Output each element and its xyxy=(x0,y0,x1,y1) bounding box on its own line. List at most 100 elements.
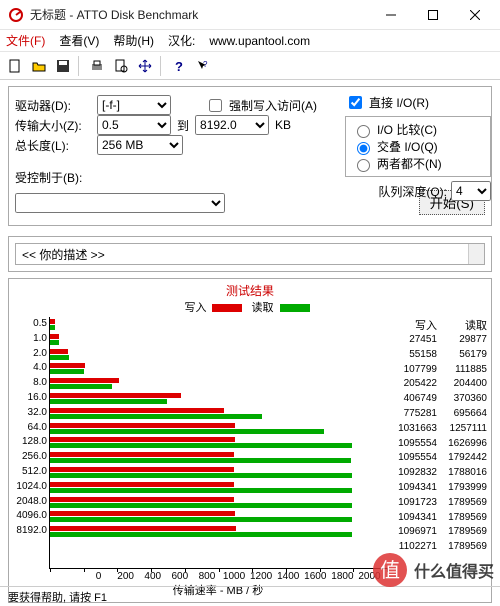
write-bar xyxy=(50,393,181,398)
write-bar xyxy=(50,511,235,516)
io-overlap-radio[interactable]: 交叠 I/O(Q) xyxy=(352,138,484,155)
toolbar: ? ? xyxy=(0,52,500,80)
queue-depth-label: 队列深度(Q): xyxy=(378,183,447,200)
menu-help[interactable]: 帮助(H) xyxy=(113,32,154,49)
force-write-checkbox[interactable]: 强制写入访问(A) xyxy=(205,96,317,115)
transfer-to-select[interactable]: 8192.0 xyxy=(195,115,269,135)
write-bar xyxy=(50,452,234,457)
context-help-button[interactable]: ? xyxy=(192,55,214,77)
controlled-by-label: 受控制于(B): xyxy=(15,169,82,186)
minimize-button[interactable] xyxy=(370,1,412,29)
description-group: << 你的描述 >> xyxy=(8,236,492,272)
read-bar xyxy=(50,414,262,419)
result-row: 5515856179 xyxy=(387,348,487,363)
result-row: 2745129877 xyxy=(387,333,487,348)
description-placeholder: << 你的描述 >> xyxy=(22,246,105,263)
legend-write-label: 写入 xyxy=(184,302,206,314)
read-bar xyxy=(50,325,55,330)
unit-label: KB xyxy=(275,118,291,132)
result-row: 10955541626996 xyxy=(387,437,487,452)
menu-file[interactable]: 文件(F) xyxy=(6,32,45,49)
window-controls xyxy=(370,1,496,29)
legend-read-label: 读取 xyxy=(252,302,274,314)
menu-credit-url[interactable]: www.upantool.com xyxy=(209,34,310,48)
direct-io-checkbox[interactable]: 直接 I/O(R) xyxy=(345,93,491,112)
titlebar: 无标题 - ATTO Disk Benchmark xyxy=(0,0,500,30)
transfer-size-label: 传输大小(Z): xyxy=(15,117,91,134)
io-neither-radio[interactable]: 两者都不(N) xyxy=(352,155,484,172)
menu-credit-label: 汉化: xyxy=(168,32,195,49)
read-bar xyxy=(50,517,352,522)
result-row: 10917231789569 xyxy=(387,496,487,511)
new-button[interactable] xyxy=(4,55,26,77)
length-select[interactable]: 256 MB xyxy=(97,135,183,155)
result-row: 406749370360 xyxy=(387,392,487,407)
open-button[interactable] xyxy=(28,55,50,77)
write-bar xyxy=(50,482,234,487)
window-title: 无标题 - ATTO Disk Benchmark xyxy=(30,6,370,23)
close-button[interactable] xyxy=(454,1,496,29)
read-bar xyxy=(50,384,112,389)
app-icon xyxy=(8,7,24,23)
write-bar xyxy=(50,423,235,428)
svg-text:?: ? xyxy=(203,60,208,69)
write-bar xyxy=(50,497,234,502)
read-bar xyxy=(50,473,352,478)
transfer-from-select[interactable]: 0.5 xyxy=(97,115,171,135)
write-bar xyxy=(50,349,68,354)
print-button[interactable] xyxy=(86,55,108,77)
read-bar xyxy=(50,399,167,404)
result-row: 10928321788016 xyxy=(387,466,487,481)
watermark: 值 什么值得买 xyxy=(370,550,500,590)
queue-depth-select[interactable]: 4 xyxy=(451,181,491,201)
col-read-header: 读取 xyxy=(437,317,487,333)
read-bar xyxy=(50,458,351,463)
length-label: 总长度(L): xyxy=(15,137,91,154)
read-bar xyxy=(50,340,59,345)
write-bar xyxy=(50,319,55,324)
read-bar xyxy=(50,369,84,374)
menubar: 文件(F) 查看(V) 帮助(H) 汉化: www.upantool.com xyxy=(0,30,500,52)
write-bar xyxy=(50,408,224,413)
description-field[interactable]: << 你的描述 >> xyxy=(15,243,485,265)
result-row: 10316631257111 xyxy=(387,422,487,437)
col-write-header: 写入 xyxy=(387,317,437,333)
save-button[interactable] xyxy=(52,55,74,77)
drive-label: 驱动器(D): xyxy=(15,97,91,114)
io-compare-radio[interactable]: I/O 比较(C) xyxy=(352,121,484,138)
result-row: 10943411789569 xyxy=(387,511,487,526)
menu-view[interactable]: 查看(V) xyxy=(59,32,99,49)
maximize-button[interactable] xyxy=(412,1,454,29)
result-row: 205422204400 xyxy=(387,377,487,392)
svg-text:值: 值 xyxy=(380,559,400,582)
read-bar xyxy=(50,488,352,493)
result-row: 10955541792442 xyxy=(387,451,487,466)
preview-button[interactable] xyxy=(110,55,132,77)
drive-select[interactable]: [-f-] xyxy=(97,95,171,115)
read-bar xyxy=(50,532,352,537)
write-bar xyxy=(50,334,59,339)
settings-panel: 驱动器(D): [-f-] 强制写入访问(A) 传输大小(Z): 0.5 到 8… xyxy=(0,80,500,236)
write-bar xyxy=(50,378,119,383)
result-row: 107799111885 xyxy=(387,363,487,378)
chart-legend: 写入 读取 xyxy=(9,299,491,315)
read-bar xyxy=(50,503,352,508)
move-button[interactable] xyxy=(134,55,156,77)
read-bar xyxy=(50,443,352,448)
write-bar xyxy=(50,467,234,472)
result-row: 10943411793999 xyxy=(387,481,487,496)
result-row: 10969711789569 xyxy=(387,525,487,540)
chart-x-ticks: 0200400600800100012001400160018002000 xyxy=(49,571,387,582)
controlled-by-select[interactable] xyxy=(15,193,225,213)
io-options: 直接 I/O(R) I/O 比较(C) 交叠 I/O(Q) 两者都不(N) 队列… xyxy=(345,93,491,201)
results-title: 测试结果 xyxy=(9,282,491,299)
to-label: 到 xyxy=(177,117,189,134)
result-row: 775281695664 xyxy=(387,407,487,422)
help-button[interactable]: ? xyxy=(168,55,190,77)
write-bar xyxy=(50,363,85,368)
write-bar xyxy=(50,526,236,531)
svg-text:什么值得买: 什么值得买 xyxy=(414,562,494,581)
svg-text:?: ? xyxy=(175,59,183,73)
write-bar xyxy=(50,437,235,442)
chart-bars xyxy=(49,317,387,569)
